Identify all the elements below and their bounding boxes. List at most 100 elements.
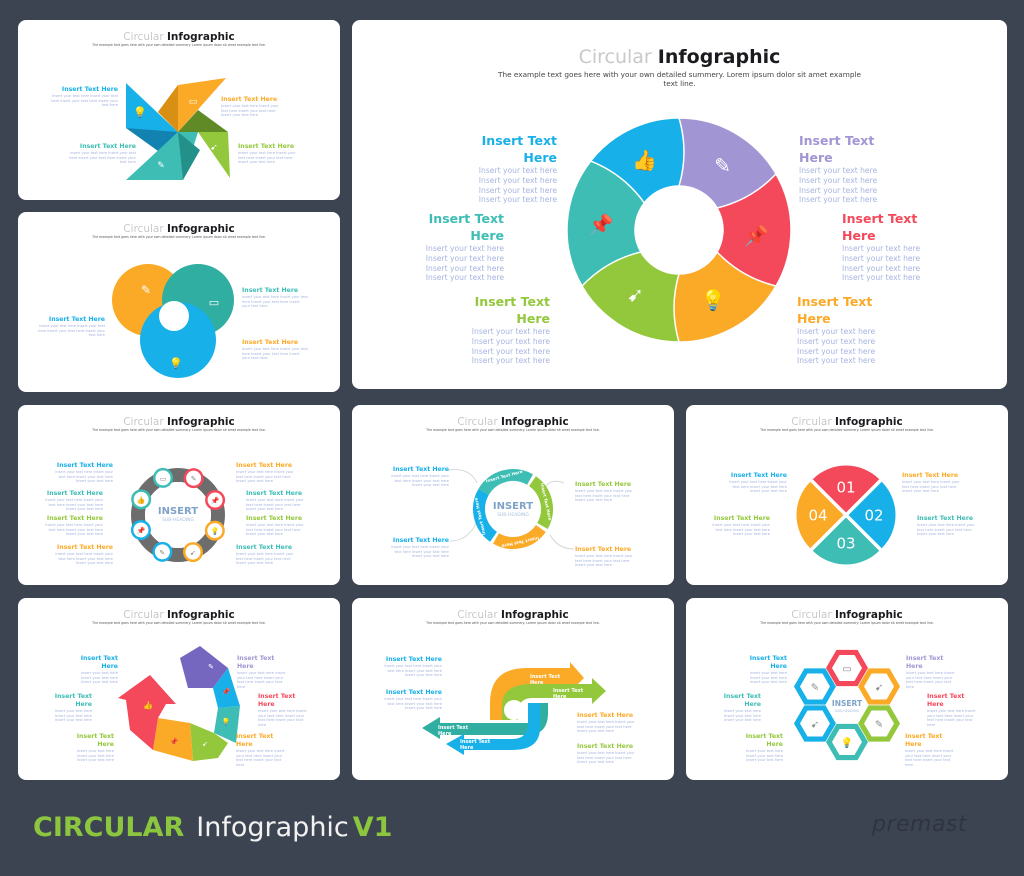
label-heading: Insert Text Here [242,287,299,294]
lightbulb-icon: 💡 [841,736,853,749]
rocket-icon: ➹ [627,283,644,307]
brand-logo: premast [872,812,968,837]
thumbs-up-icon: 👍 [137,495,146,504]
label-body: Insert your text here Insert your text h… [391,474,449,488]
lightbulb-icon: 💡 [210,527,219,536]
pushpin-icon: 📌 [589,213,614,237]
pencil-icon: ✎ [157,161,165,171]
lightbulb-icon: 💡 [222,717,231,726]
pie-slice-number: 03 [836,535,855,553]
label-body: Insert your text here Insert your text h… [236,749,285,767]
label-body: Insert your text here Insert your text h… [258,709,307,727]
label-body: Insert your text here Insert your text h… [242,295,308,309]
label-body: Insert your text here Insert your text h… [749,671,787,685]
pencil-icon: ✎ [191,475,197,483]
chain-ring-diagram: ▭ ✎ 📌 💡 ➹ ✎ 📌 👍 [130,467,226,563]
label-heading: Insert Text Here [730,472,787,479]
monitor-icon: ▭ [209,296,219,309]
label-body: Insert your text here Insert your text h… [575,489,633,503]
label-body: Insert your text here Insert your text h… [577,751,635,765]
label-heading: Insert Text Here [575,546,632,553]
label-heading: Insert Text Here [713,515,770,522]
label-heading: Insert Text Here [76,733,114,748]
label-body: Insert your text here Insert your text h… [80,671,118,685]
label-heading: Insert Text Here [575,481,632,488]
label-body: Insert your text here Insert your text h… [76,749,114,763]
main-slide-preview[interactable]: Circular Infographic The example text go… [352,20,1007,389]
slide-thumbnail-pie[interactable]: Circular Infographic The example text go… [686,405,1008,585]
pencil-icon: ✎ [811,683,819,694]
slide-thumbnail-spiral-arrow[interactable]: Circular Infographic The example text go… [18,598,340,780]
center-title: INSERT [492,501,534,512]
slide-thumbnail-rings[interactable]: Circular Infographic The example text go… [18,212,340,392]
thumbs-up-icon: 👍 [143,700,153,710]
slide-thumbnail-hexagons[interactable]: Circular Infographic The example text go… [686,598,1008,780]
label-body: Insert your text here Insert your text h… [384,697,442,711]
monitor-icon: ▭ [189,97,198,107]
center-subtitle: SUB-HEADING [162,518,194,523]
center-title: INSERT [157,506,199,517]
label-heading: Insert Text Here [905,733,943,748]
product-title-accent: CIRCULAR [33,812,185,843]
label-heading: Insert Text Here [392,466,449,473]
monitor-icon: ▭ [160,475,167,483]
label-body: Insert your text here Insert your text h… [902,480,960,494]
label-body: Insert your text here Insert your text h… [745,749,783,763]
label-heading: Insert Text Here [577,712,634,719]
center-subtitle: SUB-HEADING [834,709,860,713]
label-body: Insert your text here Insert your text h… [577,720,635,734]
arrow-label: Insert Text Here [438,725,469,737]
label-body: Insert your text here Insert your text h… [384,664,442,678]
pushpin-icon: 📌 [170,737,179,746]
label-heading: Insert Text Here [237,655,275,670]
label-heading: Insert Text Here [927,693,965,708]
label-body: Insert your text here Insert your text h… [712,523,770,537]
slide-thumbnail-s-arrows[interactable]: Circular Infographic The example text go… [352,598,674,780]
label-body: Insert your text here Insert your text h… [905,749,954,767]
rocket-icon: ➹ [875,683,883,694]
pencil-icon: ✎ [875,720,883,731]
pushpin-icon: 📌 [744,223,769,247]
label-heading: Insert Text Here [902,472,959,479]
rocket-icon: ➹ [210,143,218,153]
spiral-arrow-diagram: ✎ 📌 💡 ➹ 📌 👍 [118,646,240,761]
label-body: Insert your text here Insert your text h… [242,347,308,361]
pushpin-icon: 📌 [222,687,231,696]
pie-slice-number: 01 [836,479,855,497]
label-heading: Insert Text Here [745,733,783,748]
monitor-icon: ▭ [842,664,851,675]
rocket-icon: ➹ [202,740,208,748]
label-heading: Insert Text Here [577,743,634,750]
label-body: Insert your text here Insert your text h… [927,709,976,727]
label-body: Insert your text here Insert your text h… [54,709,92,723]
pie-quadrant-diagram: 01 02 03 04 [796,465,896,565]
label-heading: Insert Text Here [236,733,274,748]
label-body: Insert your text here Insert your text h… [723,709,761,723]
label-heading: Insert Text Here [749,655,787,670]
pushpin-icon: 📌 [137,526,146,535]
center-title: INSERT [831,699,863,708]
slide-thumbnail-cycle[interactable]: Circular Infographic The example text go… [352,405,674,585]
label-body: Insert your text here Insert your text h… [237,671,286,689]
label-body: Insert your text here Insert your text h… [391,545,449,559]
product-title: CIRCULAR Infographic V1 [33,812,392,843]
label-body: Insert your text here Insert your text h… [906,671,955,689]
thumbs-up-icon: 👍 [632,148,657,172]
slide-thumbnail-pinwheel[interactable]: Circular Infographic The example text go… [18,20,340,200]
lightbulb-icon: 💡 [169,357,183,370]
label-heading: Insert Text Here [392,537,449,544]
donut-center [635,186,723,274]
pencil-icon: ✎ [159,549,165,557]
rocket-icon: ➹ [190,549,196,557]
label-heading: Insert Text Here [906,655,944,670]
circular-donut-diagram: 👍 ✎ 📌 💡 ➹ 📌 [566,117,792,343]
pencil-icon: ✎ [714,153,731,177]
label-heading: Insert Text Here [385,689,442,696]
product-version: V1 [352,812,393,843]
rocket-icon: ➹ [811,720,819,731]
pie-slice-number: 04 [808,507,827,525]
pencil-icon: ✎ [208,663,214,671]
arrow-label: Insert Text Here [460,739,491,751]
label-heading: Insert Text Here [917,515,974,522]
slide-thumbnail-chain[interactable]: Circular Infographic The example text go… [18,405,340,585]
